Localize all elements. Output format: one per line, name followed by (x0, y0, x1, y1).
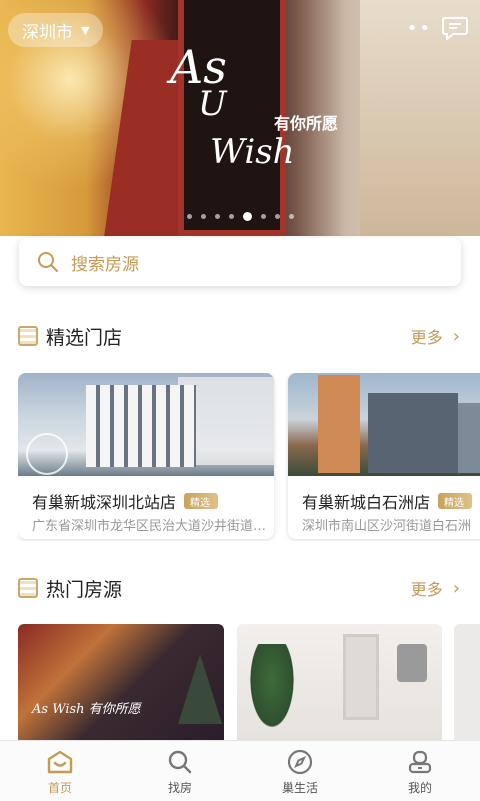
chevron-right-icon: › (452, 577, 460, 599)
featured-stores-header: 精选门店 更多 › (18, 318, 462, 354)
store-photo (288, 373, 480, 476)
tab-label: 找房 (167, 781, 192, 795)
search-bar[interactable]: 搜索房源 (19, 238, 461, 286)
tab-find[interactable]: 找房 (120, 741, 240, 801)
listing-watermark-logo: As Wish 有你所愿 (32, 702, 141, 717)
city-label: 深圳市 (22, 22, 73, 43)
more-label: 更多 (410, 580, 443, 599)
search-placeholder: 搜索房源 (71, 254, 139, 275)
store-address: 广东省深圳市龙华区民治大道沙井街道一号 (32, 519, 270, 534)
hot-listing-list: As Wish 有你所愿 (18, 624, 480, 740)
indicator-dot[interactable] (228, 214, 234, 219)
store-icon (18, 326, 38, 346)
city-selector[interactable]: 深圳市 ▼ (8, 13, 104, 47)
vr-view-icon[interactable] (26, 433, 68, 475)
search-icon (38, 252, 58, 272)
slogan-wish: Wish (210, 132, 295, 172)
store-photo (18, 373, 274, 476)
carousel-indicators (0, 212, 480, 221)
indicator-dot[interactable] (200, 214, 206, 219)
indicator-dot[interactable] (288, 214, 294, 219)
store-address: 深圳市南山区沙河街道白石洲 (302, 519, 472, 534)
chevron-right-icon: › (452, 325, 460, 347)
slogan-cn: 有你所愿 (274, 114, 339, 133)
section-title: 精选门店 (46, 326, 123, 349)
caret-down-icon: ▼ (81, 23, 90, 37)
store-title: 有巢新城深圳北站店 精选 (32, 489, 219, 513)
featured-badge: 精选 (184, 493, 219, 509)
tab-label: 首页 (47, 781, 72, 795)
featured-badge: 精选 (438, 493, 473, 509)
more-listings-link[interactable]: 更多 › (411, 576, 460, 600)
bottom-tab-bar: 首页 找房 巢生活 我的 (0, 740, 480, 801)
listing-icon (18, 578, 38, 598)
store-card[interactable]: 有巢新城深圳北站店 精选 广东省深圳市龙华区民治大道沙井街道一号 (18, 373, 274, 539)
tab-label: 巢生活 (281, 781, 318, 795)
search-icon (168, 750, 192, 774)
tab-home[interactable]: 首页 (0, 741, 120, 801)
message-icon[interactable] (442, 16, 468, 40)
indicator-dot[interactable] (274, 214, 280, 219)
store-card[interactable]: 有巢新城白石洲店 精选 深圳市南山区沙河街道白石洲 (288, 373, 480, 539)
store-title: 有巢新城白石洲店 精选 (302, 489, 473, 513)
tab-label: 我的 (407, 781, 432, 795)
more-dots-icon[interactable]: •• (407, 18, 432, 39)
home-icon (47, 750, 73, 774)
top-right-actions: •• (407, 16, 468, 40)
indicator-dot[interactable] (186, 214, 192, 219)
listing-card[interactable]: As Wish 有你所愿 (18, 624, 224, 740)
store-name: 有巢新城深圳北站店 (32, 493, 177, 512)
profile-icon (408, 750, 432, 774)
listing-card[interactable] (237, 624, 442, 740)
slogan-u: U (198, 84, 227, 124)
more-label: 更多 (410, 328, 443, 347)
compass-icon (287, 749, 313, 775)
tab-life[interactable]: 巢生活 (240, 741, 360, 801)
featured-store-list: 有巢新城深圳北站店 精选 广东省深圳市龙华区民治大道沙井街道一号 有巢新城白石洲… (18, 373, 480, 541)
banner-slogan: As U Wish 有你所愿 (170, 40, 360, 210)
hot-listings-header: 热门房源 更多 › (18, 570, 462, 606)
more-stores-link[interactable]: 更多 › (411, 324, 460, 348)
indicator-dot-active[interactable] (242, 212, 252, 221)
store-name: 有巢新城白石洲店 (302, 493, 431, 512)
indicator-dot[interactable] (214, 214, 220, 219)
listing-card[interactable] (454, 624, 480, 740)
tab-profile[interactable]: 我的 (360, 741, 480, 801)
section-title: 热门房源 (46, 578, 123, 601)
indicator-dot[interactable] (260, 214, 266, 219)
